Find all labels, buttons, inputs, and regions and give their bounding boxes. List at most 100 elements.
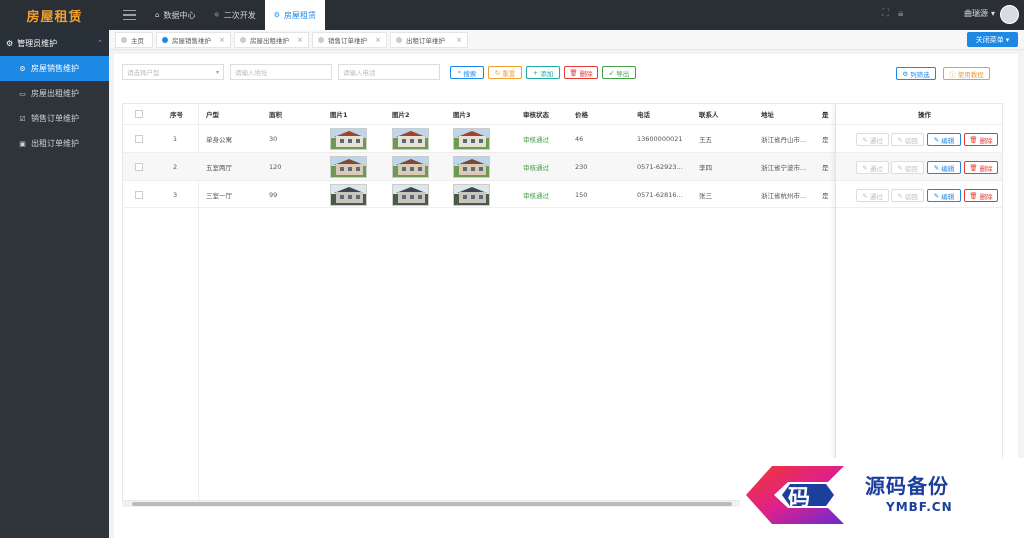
close-icon[interactable]: × [297,36,303,44]
edit-button[interactable]: ✎ 编辑 [927,189,961,202]
sidebar-item-rental[interactable]: ▭ 房屋出租维护 [0,81,109,106]
cell-price: 46 [575,135,584,143]
approve-button[interactable]: ✎ 通过 [856,189,889,202]
tab-dot-icon [121,37,127,43]
cell-pic2[interactable] [392,125,429,153]
reject-button[interactable]: ✎ 驳回 [891,161,924,174]
close-icon[interactable]: × [219,36,225,44]
row-delete-button[interactable]: 🗑︎ 删除 [964,189,998,202]
sidebar-item-sales-orders[interactable]: ☑ 销售订单维护 [0,106,109,131]
cell-index: 2 [173,163,178,171]
topnav-dev[interactable]: ☼ 二次开发 [204,0,264,30]
tab-sales[interactable]: 房屋销售维护 × [156,32,231,48]
edit-icon: ✎ [862,191,868,200]
row-checkbox[interactable] [135,153,143,181]
tab-sales-orders[interactable]: 销售订单维护 × [312,32,387,48]
house-image[interactable] [392,156,429,178]
gear-icon: ⚙ [273,11,281,19]
row-checkbox[interactable] [135,181,143,209]
cell-address: 浙江省杭州市... [761,192,807,200]
cell-area: 30 [269,135,278,143]
app-logo: 房屋租赁 [26,9,83,25]
topnav-rental[interactable]: ⚙ 房屋租赁 [264,0,326,30]
tab-rental[interactable]: 房屋出租维护 × [234,32,309,48]
row-checkbox[interactable] [135,125,143,153]
house-image[interactable] [453,128,490,150]
cell-pic2[interactable] [392,181,429,209]
reject-button[interactable]: ✎ 驳回 [891,189,924,202]
close-menu-button[interactable]: 关闭菜单 ▾ [967,32,1018,47]
cell-type: 单身公寓 [206,136,232,144]
cell-pic2[interactable] [392,153,429,181]
reject-button[interactable]: ✎ 驳回 [891,133,924,146]
sidebar-item-rental-orders[interactable]: ▣ 出租订单维护 [0,131,109,156]
edit-button[interactable]: ✎ 编辑 [927,161,961,174]
house-image[interactable] [392,128,429,150]
address-input[interactable]: 请输入地址 [230,64,332,80]
tutorial-button[interactable]: ⓘ 使用教程 [943,67,990,80]
cell-price: 150 [575,191,588,199]
house-image[interactable] [330,128,367,150]
search-button[interactable]: ⌕ 搜索 [450,66,484,79]
house-image[interactable] [392,184,429,206]
approve-button[interactable]: ✎ 通过 [856,133,889,146]
row-delete-button[interactable]: 🗑︎ 删除 [964,133,998,146]
sidebar-item-sales[interactable]: ⚙ 房屋销售维护 [0,56,109,81]
tab-home[interactable]: 主页 [115,32,153,48]
cell-pic1[interactable] [330,181,367,209]
close-icon[interactable]: × [375,36,381,44]
trash-icon: 🗑︎ [969,191,978,200]
approve-button[interactable]: ✎ 通过 [856,161,889,174]
sidebar-group-admin[interactable]: ⚙ 管理员维护 ⌃ [0,30,109,56]
ops-row-1: ✎ 通过 ✎ 驳回 ✎ 编辑 🗑︎ 删除 [836,124,1002,152]
house-image[interactable] [330,156,367,178]
export-button[interactable]: ➶ 导出 [602,66,636,79]
edit-button[interactable]: ✎ 编辑 [927,133,961,146]
header-type: 户型 [206,111,219,119]
close-icon[interactable]: × [456,36,462,44]
edit-icon: ✎ [933,135,940,144]
cell-pic3[interactable] [453,125,490,153]
cell-pic3[interactable] [453,181,490,209]
header-pic3: 图片3 [453,111,471,119]
row-delete-button[interactable]: 🗑︎ 删除 [964,161,998,174]
scrollbar-thumb[interactable] [132,502,732,506]
caret-down-icon: ▾ [991,9,996,18]
refresh-icon: ↻ [494,68,501,77]
edit-icon: ✎ [933,163,940,172]
menu-toggle-icon[interactable] [118,6,140,24]
trash-icon: 🗑︎ [969,135,978,144]
cell-pic3[interactable] [453,153,490,181]
reset-button[interactable]: ↻ 重置 [488,66,522,79]
phone-input[interactable]: 请输入电话 [338,64,440,80]
cell-area: 120 [269,163,282,171]
sidebar: ⚙ 管理员维护 ⌃ ⚙ 房屋销售维护 ▭ 房屋出租维护 ☑ 销售订单维护 ▣ 出租订单维护 [0,30,109,538]
house-image[interactable] [453,184,490,206]
checkbox-icon: ☑ [19,114,26,123]
gear-icon: ⚙ [19,64,26,73]
cell-pic1[interactable] [330,153,367,181]
column-filter-button[interactable]: ⚙ 列筛选 [896,67,936,80]
house-image[interactable] [330,184,367,206]
gear-icon: ⚙ [902,69,909,78]
cell-phone: 13600000021 [637,135,683,143]
header-phone: 电话 [637,111,650,119]
house-image[interactable] [453,156,490,178]
topnav-data-center[interactable]: ⌂ 数据中心 [146,0,204,30]
page-tabs: 主页 房屋销售维护 × 房屋出租维护 × 销售订单维护 × 出租订单维护 × [109,30,1024,50]
tab-dot-icon [396,37,402,43]
delete-button[interactable]: 🗑︎ 删除 [564,66,598,79]
tab-rental-orders[interactable]: 出租订单维护 × [390,32,468,48]
header-area: 面积 [269,111,282,119]
header-select-all[interactable] [135,104,143,124]
add-button[interactable]: + 添加 [526,66,560,79]
fullscreen-icon[interactable]: ⛶ [882,8,889,19]
avatar[interactable] [1000,5,1019,24]
cell-pic1[interactable] [330,125,367,153]
user-menu[interactable]: 曲瑞源 ▾ [964,8,995,19]
type-select[interactable]: 请选择户型 ▾ [122,64,224,80]
cell-status: 审核通过 [523,192,549,200]
lock-icon[interactable]: 🔒︎ [898,8,903,19]
operations-column: 操作 ✎ 通过 ✎ 驳回 ✎ 编辑 🗑︎ 删除 ✎ 通过 ✎ 驳回 ✎ 编辑 🗑︎ 删除 ✎ 通过… [835,104,1002,500]
cell-contact: 李四 [699,164,712,172]
